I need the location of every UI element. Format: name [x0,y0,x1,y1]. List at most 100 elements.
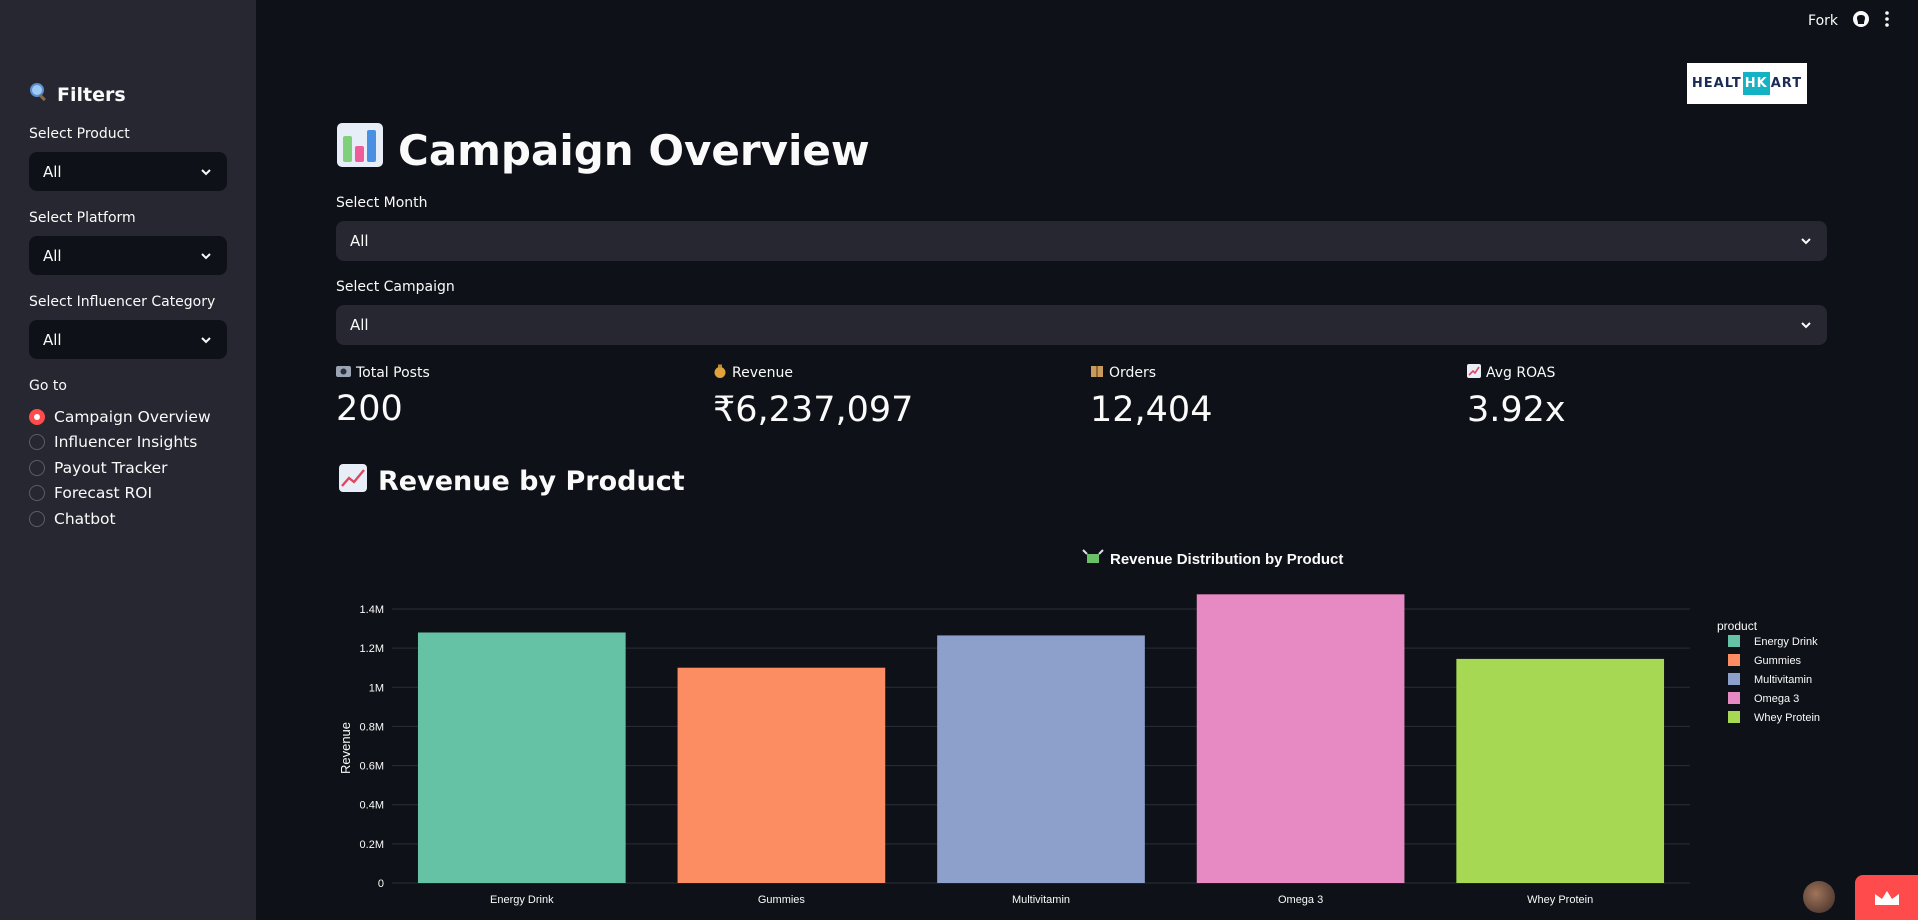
legend-item-label[interactable]: Energy Drink [1754,636,1818,648]
logo-text-part: ART [1770,76,1803,91]
chevron-down-icon [201,252,211,259]
chevron-down-icon [1801,322,1811,329]
y-tick-label: 1.4M [360,604,384,616]
metric-label-row: Revenue [713,364,913,382]
y-tick-label: 1M [369,682,384,694]
bar-whey-protein[interactable] [1456,658,1665,883]
filters-heading: Filters [29,82,126,107]
bar-omega-3[interactable] [1196,594,1405,883]
select-campaign-dropdown[interactable]: All [336,305,1827,345]
page-title-text: Campaign Overview [398,125,870,175]
bar-energy-drink[interactable] [417,632,626,883]
legend-swatch[interactable] [1728,635,1740,647]
bar-gummies[interactable] [677,667,886,883]
y-axis-ticks: 0 0.2M 0.4M 0.6M 0.8M 1M 1.2M 1.4M [360,604,384,890]
legend-swatch[interactable] [1728,654,1740,666]
avatar[interactable] [1803,881,1835,913]
fork-button[interactable]: Fork [1808,13,1838,29]
metric-avg-roas: Avg ROAS 3.92x [1467,364,1566,430]
nav-radio-group: Campaign Overview Influencer Insights Pa… [29,404,211,532]
nav-chatbot[interactable]: Chatbot [29,506,211,532]
select-product-dropdown[interactable]: All [29,152,227,191]
money-bag-icon [713,364,727,382]
chart-up-icon [338,463,368,500]
select-campaign-label: Select Campaign [336,279,455,295]
legend-swatch[interactable] [1728,692,1740,704]
x-tick-label: Omega 3 [1278,894,1323,906]
radio-unselected-icon [29,485,45,502]
select-platform-dropdown[interactable]: All [29,236,227,275]
metric-label: Total Posts [356,364,430,381]
chevron-down-icon [1801,238,1811,245]
y-tick-label: 0.8M [360,721,384,733]
section-title: Revenue by Product [338,463,685,500]
select-month-label: Select Month [336,195,428,211]
nav-campaign-overview[interactable]: Campaign Overview [29,404,211,430]
radio-selected-icon [29,408,45,425]
nav-label: Payout Tracker [54,458,168,477]
section-title-text: Revenue by Product [378,466,685,497]
healthkart-logo: HEALT HK ART [1687,63,1807,104]
nav-forecast-roi[interactable]: Forecast ROI [29,481,211,507]
metric-label: Orders [1109,365,1157,381]
nav-influencer-insights[interactable]: Influencer Insights [29,430,211,456]
metric-value: ₹6,237,097 [713,390,914,430]
bar-multivitamin[interactable] [937,635,1145,883]
metric-label-row: Total Posts [336,364,430,381]
y-tick-label: 0 [378,878,384,890]
nav-payout-tracker[interactable]: Payout Tracker [29,455,211,481]
legend-item-label[interactable]: Whey Protein [1754,712,1820,724]
select-month-dropdown[interactable]: All [336,221,1827,261]
chart-title-group: Revenue Distribution by Product [1082,549,1343,568]
x-axis-ticks: Energy Drink Gummies Multivitamin Omega 3 Wh… [490,894,1593,906]
metric-value: 12,404 [1090,390,1213,430]
legend-title: product [1717,619,1758,633]
y-tick-label: 1.2M [360,643,384,655]
legend-swatch[interactable] [1728,673,1740,685]
github-icon[interactable] [1852,10,1870,32]
crown-icon [1874,890,1899,905]
metric-value: 3.92x [1467,390,1566,430]
page-title: Campaign Overview [336,122,870,178]
metric-label: Avg ROAS [1486,365,1556,381]
radio-unselected-icon [29,459,45,476]
metric-label-row: Orders [1090,364,1212,382]
nav-label: Campaign Overview [54,407,211,426]
select-influencer-category-dropdown[interactable]: All [29,320,227,359]
chevron-down-icon [201,336,211,343]
select-product-value: All [43,162,62,181]
sidebar: Filters Select Product All Select Platfo… [0,0,256,920]
toolbar: Fork [1808,0,1918,42]
metric-label-row: Avg ROAS [1467,364,1566,382]
select-influencer-category-label: Select Influencer Category [29,294,216,310]
nav-label: Chatbot [54,509,116,528]
goto-label: Go to [29,378,67,394]
bar-chart-icon [336,122,384,178]
y-axis-label: Revenue [338,722,353,774]
more-menu-icon[interactable] [1884,10,1890,32]
select-product-label: Select Product [29,126,130,142]
streamlit-crown-button[interactable] [1855,875,1918,920]
y-tick-label: 0.2M [360,839,384,851]
chart-legend: product Energy Drink Gummies Multivitamin O… [1717,619,1820,724]
revenue-bar-chart: Revenue Distribution by Product 0 0.2M 0.4… [338,549,1820,906]
chart-up-icon [1467,364,1481,382]
nav-label: Forecast ROI [54,484,153,503]
radio-unselected-icon [29,510,45,527]
filters-title: Filters [57,83,126,106]
legend-item-label[interactable]: Gummies [1754,655,1802,667]
select-platform-value: All [43,246,62,265]
legend-item-label[interactable]: Multivitamin [1754,674,1812,686]
y-tick-label: 0.4M [360,800,384,812]
select-platform-label: Select Platform [29,210,136,226]
legend-swatch[interactable] [1728,711,1740,723]
x-tick-label: Energy Drink [490,894,554,906]
camera-icon [336,364,351,381]
x-tick-label: Whey Protein [1527,894,1593,906]
logo-text-part: HK [1742,72,1770,95]
magnifier-icon [29,82,49,107]
metric-value: 200 [336,389,403,429]
chart-title: Revenue Distribution by Product [1110,551,1343,568]
chart-bars [417,594,1665,883]
legend-item-label[interactable]: Omega 3 [1754,693,1799,705]
